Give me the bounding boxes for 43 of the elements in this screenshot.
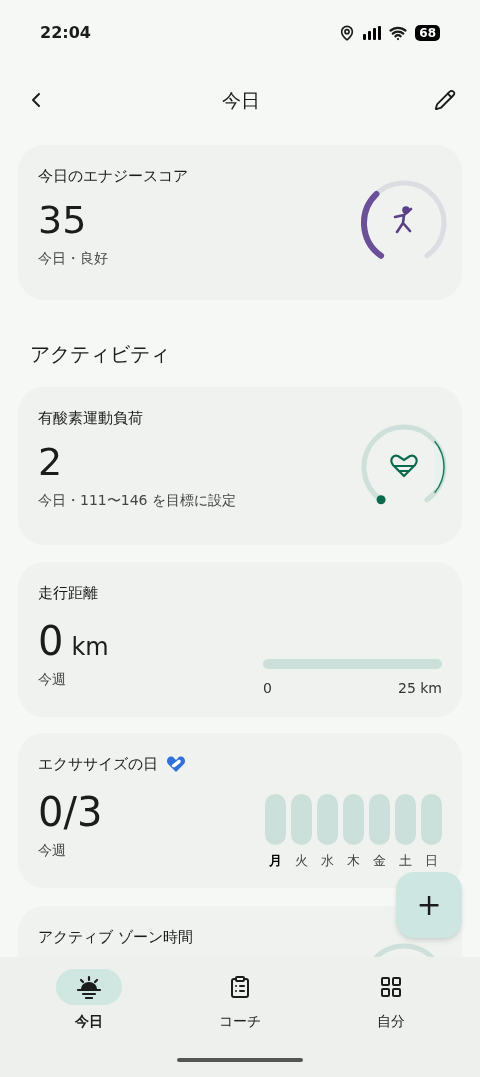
nav-tab[interactable]: 今日 — [24, 969, 155, 1032]
scale-max-label: 25 km — [398, 679, 442, 698]
day-label[interactable]: 日 — [425, 851, 438, 871]
exercise-count: 0 — [38, 787, 64, 836]
card-caption: 今週 — [38, 840, 66, 860]
section-title: アクティビティ — [29, 340, 170, 368]
card-title: 今日のエナジースコア — [38, 166, 188, 187]
exercise-days-card[interactable]: エクササイズの日 0/3 今週 月 火 水 木 金 土 日 — [18, 733, 462, 888]
card-caption: 今日・良好 — [38, 248, 108, 268]
card-title: 走行距離 — [38, 583, 98, 604]
nav-tab[interactable]: コーチ — [175, 969, 305, 1032]
load-value: 2 — [38, 438, 63, 486]
cardio-load-card[interactable]: 有酸素運動負荷 2 今日・111〜146 を目標に設定 — [18, 387, 462, 545]
signal-icon — [363, 26, 382, 40]
card-title: 有酸素運動負荷 — [38, 408, 143, 429]
day-label[interactable]: 木 — [347, 851, 360, 871]
grid-icon — [378, 975, 403, 999]
energy-card[interactable]: 今日のエナジースコア 35 今日・良好 — [18, 145, 462, 300]
day-label[interactable]: 水 — [321, 851, 334, 871]
day-label[interactable]: 火 — [295, 851, 308, 871]
edit-icon[interactable] — [434, 89, 456, 111]
page-title: 今日 — [222, 87, 260, 113]
exercise-goal: /3 — [63, 787, 103, 836]
nav-tab[interactable]: 自分 — [325, 969, 456, 1032]
distance-unit: km — [71, 631, 109, 663]
day-label[interactable]: 月 — [269, 851, 282, 871]
card-caption: 今日・111〜146 を目標に設定 — [38, 490, 236, 510]
wifi-icon — [389, 24, 408, 42]
day-label[interactable]: 金 — [373, 851, 386, 871]
day-label[interactable]: 土 — [399, 851, 412, 871]
clipboard-icon — [228, 975, 252, 999]
status-time: 22:04 — [40, 22, 91, 44]
add-button[interactable]: + — [396, 872, 462, 938]
card-title: エクササイズの日 — [38, 754, 158, 775]
card-caption: 今週 — [38, 669, 66, 689]
scale-min-label: 0 — [263, 679, 272, 698]
location-icon — [339, 25, 356, 41]
card-title: アクティブ ゾーン時間 — [38, 927, 193, 948]
heart-badge-icon — [166, 755, 186, 774]
sunrise-icon — [76, 975, 103, 999]
distance-value: 0 — [38, 616, 64, 665]
battery-indicator: 68 — [415, 25, 440, 41]
score-value: 35 — [38, 196, 87, 244]
